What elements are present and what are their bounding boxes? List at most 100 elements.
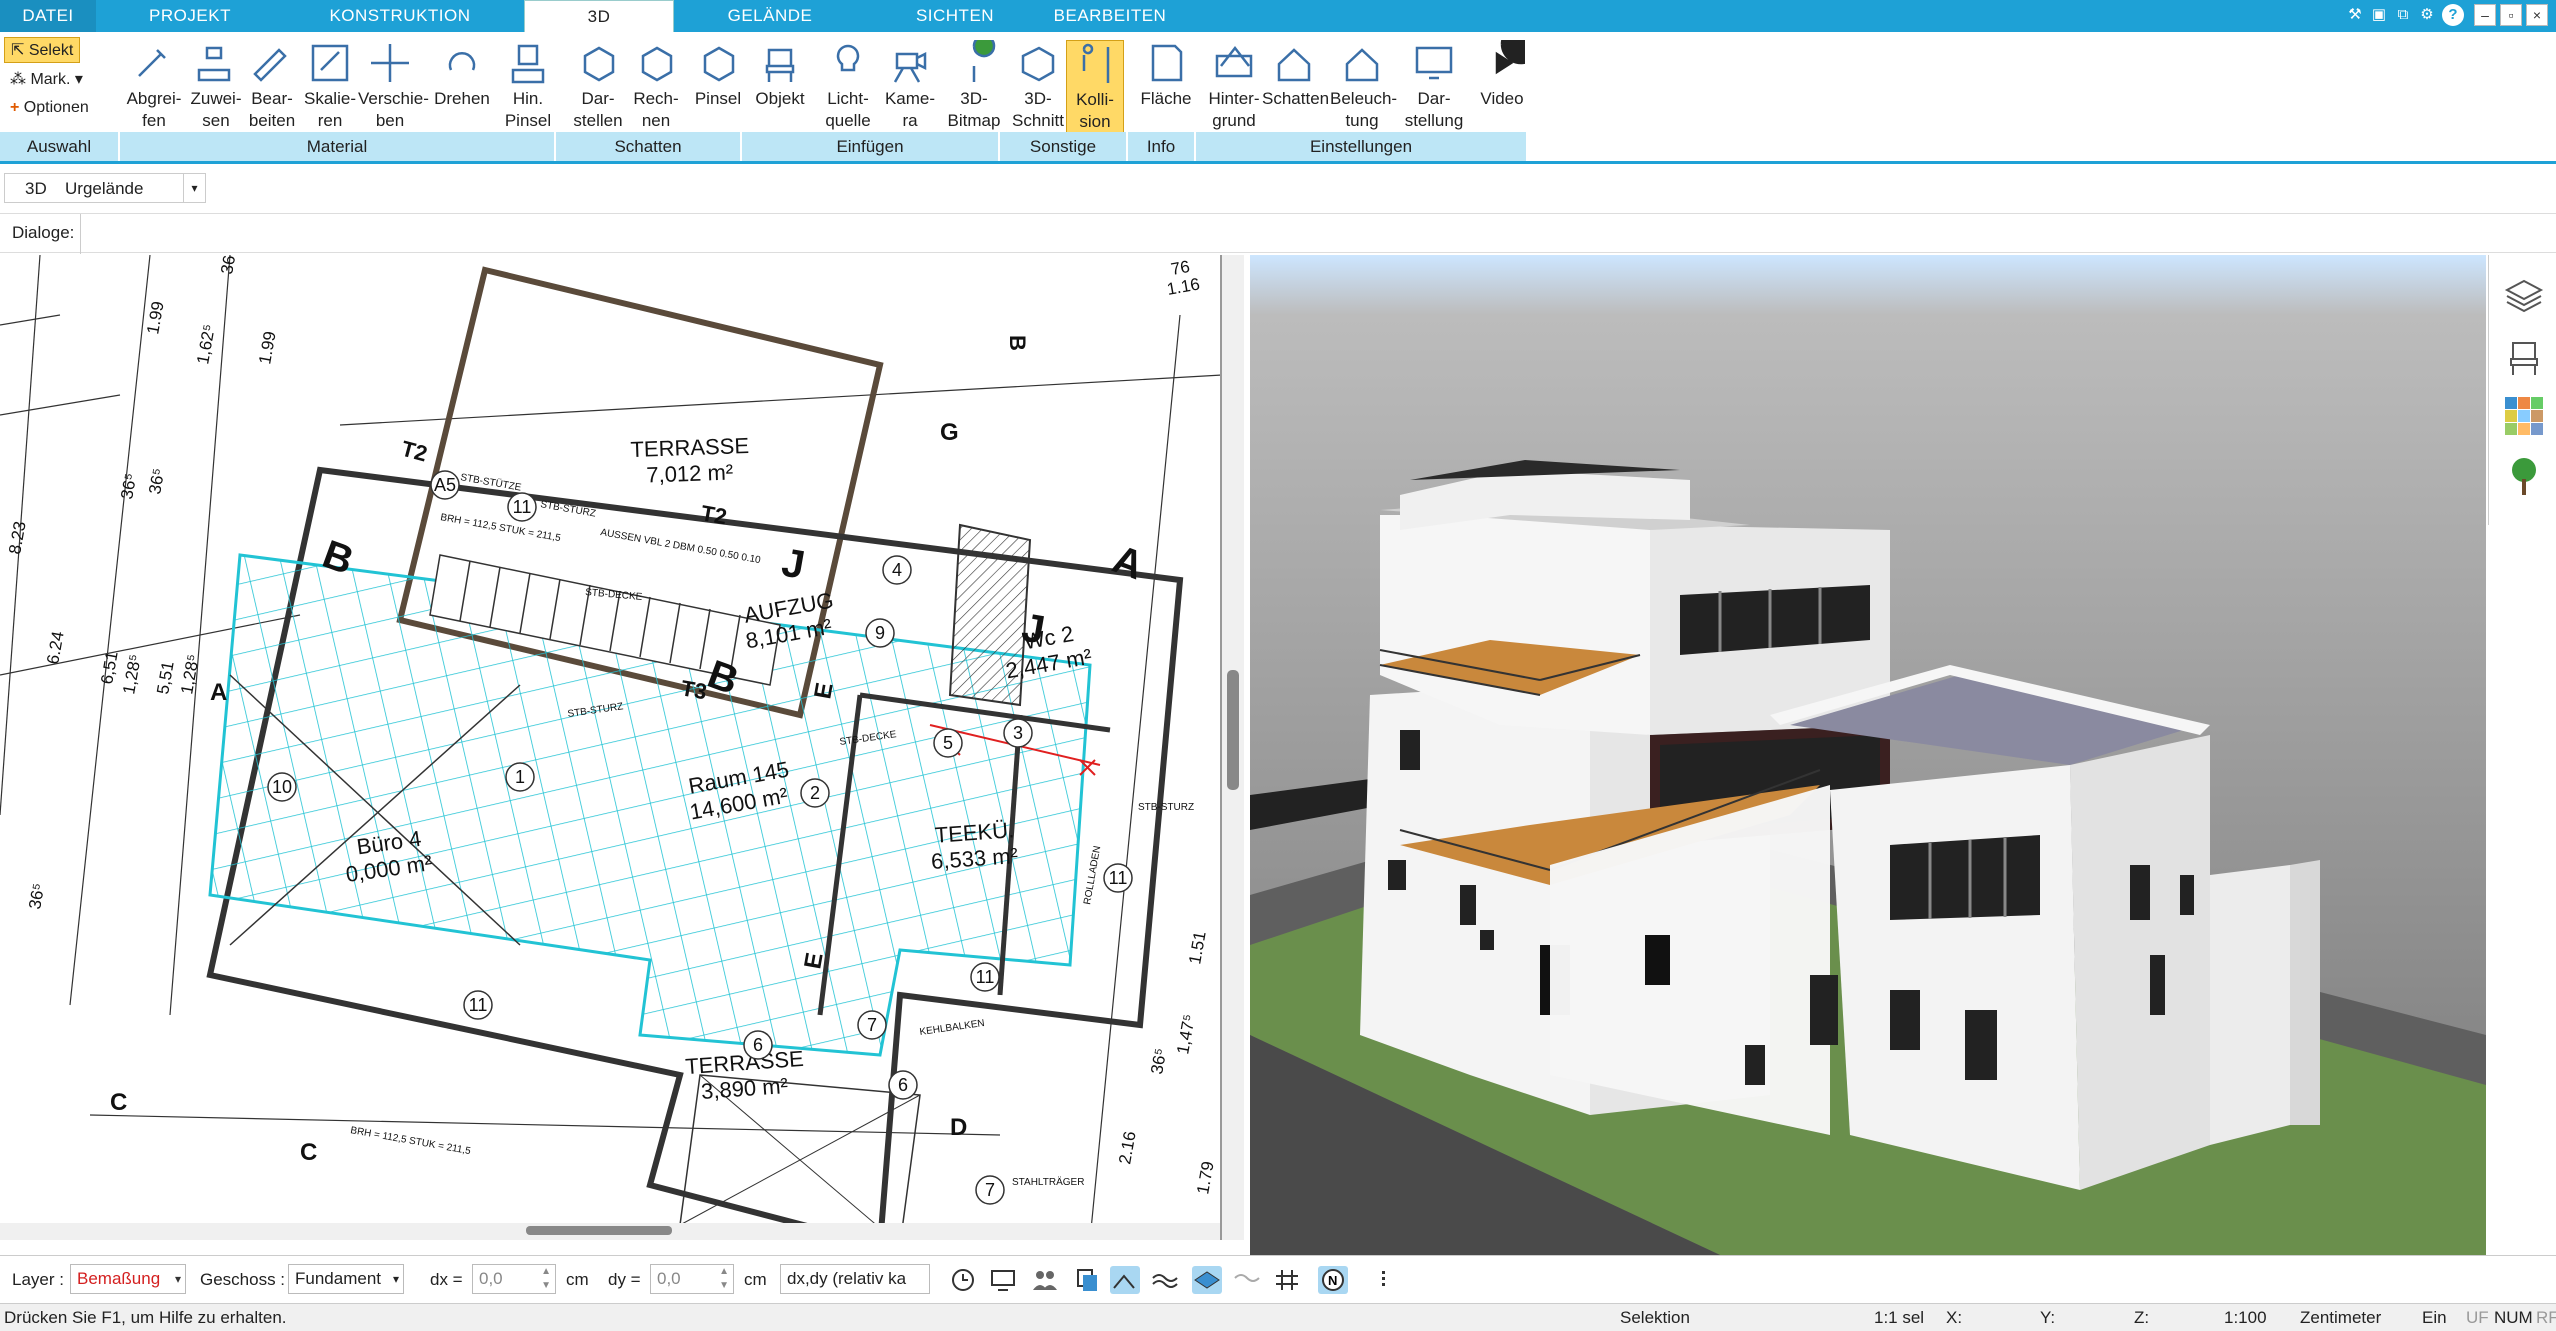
ribbon-button-label: Video — [1480, 89, 1524, 108]
minimize-button[interactable]: – — [2474, 4, 2496, 26]
clock-icon[interactable] — [948, 1266, 978, 1294]
floor-dropdown[interactable]: Fundament ▾ — [288, 1264, 404, 1294]
chair-icon[interactable] — [2503, 335, 2545, 377]
stepper-icon[interactable]: ▲ ▼ — [541, 1265, 551, 1293]
materials-icon[interactable] — [2503, 395, 2545, 437]
tab-views[interactable]: SICHTEN — [890, 0, 1020, 32]
restore-button[interactable]: ▫ — [2500, 4, 2522, 26]
copy-icon[interactable] — [1072, 1266, 1102, 1294]
tools-icon[interactable]: ⚒ — [2344, 4, 2366, 26]
grid-snap-icon[interactable] — [1232, 1266, 1262, 1294]
section-label: C — [110, 1089, 127, 1116]
ribbon-button-camera[interactable]: Kame-ra — [878, 40, 942, 132]
select-button[interactable]: ⇱ Selekt — [4, 37, 81, 63]
dimension-label: 1,28⁵ — [119, 653, 145, 696]
plan-hscroll-thumb[interactable] — [526, 1226, 672, 1235]
ribbon-button-shadow[interactable]: Schatten — [1262, 40, 1329, 110]
section-label: D — [950, 1114, 967, 1141]
floor-plan-drawing[interactable]: TERRASSE7,012 m²AUFZUG8,101 m² Wc 22,447 … — [0, 255, 1222, 1240]
ribbon-button-scale[interactable]: Skalie-ren — [298, 40, 362, 132]
ribbon-button-label: Verschie- — [358, 89, 429, 108]
group-other: Sonstige — [1000, 132, 1126, 161]
snap-icon[interactable] — [1110, 1266, 1140, 1294]
tab-3d[interactable]: 3D — [524, 0, 674, 32]
position-marker-label: 7 — [867, 1015, 877, 1035]
settings-icon[interactable]: ⚙ — [2416, 4, 2438, 26]
tab-file[interactable]: DATEI — [0, 0, 96, 32]
tab-terrain[interactable]: GELÄNDE — [700, 0, 840, 32]
ribbon-button-show[interactable]: Dar-stellen — [566, 40, 630, 132]
ribbon-tab-bar: DATEI PROJEKT KONSTRUKTION 3D GELÄNDE SI… — [0, 0, 2556, 32]
dimension-label: 1,28⁵ — [177, 653, 203, 696]
tab-construction[interactable]: KONSTRUKTION — [310, 0, 490, 32]
tab-project[interactable]: PROJEKT — [120, 0, 260, 32]
uf-indicator: UF — [2466, 1308, 2489, 1327]
ribbon-button-label: Hin. — [512, 89, 544, 108]
section-label: C — [300, 1139, 317, 1166]
window-icon[interactable]: ▣ — [2368, 4, 2390, 26]
options-button[interactable]: + Optionen — [4, 95, 95, 121]
ribbon-button-label: quelle — [825, 111, 871, 130]
ribbon-button-label: 3D- — [1024, 89, 1052, 108]
ribbon-button-calc[interactable]: Rech-nen — [624, 40, 688, 132]
people-icon[interactable] — [1030, 1266, 1060, 1294]
3d-view[interactable] — [1250, 255, 2486, 1255]
ribbon-button-light[interactable]: Licht-quelle — [816, 40, 880, 132]
dimension-label: 1.16 — [1165, 274, 1201, 298]
ribbon-button-edit[interactable]: Bear-beiten — [240, 40, 304, 132]
help-icon[interactable]: ? — [2442, 4, 2464, 26]
ribbon-button-background[interactable]: Hinter-grund — [1202, 40, 1266, 132]
ribbon-button-section[interactable]: 3D- Schnitt — [1006, 40, 1070, 132]
group-settings: Einstellungen — [1196, 132, 1526, 161]
wave-icon[interactable] — [1150, 1266, 1180, 1294]
more-icon[interactable] — [1368, 1266, 1398, 1294]
ribbon-button-label: beiten — [248, 111, 296, 130]
section-label: T2 — [699, 500, 729, 529]
ribbon-button-label: Dar- — [1417, 89, 1451, 108]
mark-icon: ⁂ — [10, 71, 26, 88]
position-marker-label: 6 — [753, 1035, 763, 1055]
ribbon-button-brush[interactable]: Pinsel — [686, 40, 750, 110]
ribbon-button-move[interactable]: Verschie-ben — [358, 40, 429, 132]
section-label: A — [210, 679, 227, 706]
ribbon-button-label: sen — [202, 111, 230, 130]
plan-vscroll[interactable] — [1222, 255, 1244, 1240]
tab-edit[interactable]: BEARBEITEN — [1050, 0, 1170, 32]
ribbon-button-collision[interactable]: Kolli-sion — [1066, 40, 1124, 134]
section-label: A — [1107, 537, 1149, 588]
ribbon-button-display[interactable]: Dar-stellung — [1402, 40, 1466, 132]
layer-label: Layer : — [12, 1270, 64, 1289]
stepper-icon[interactable]: ▲ ▼ — [719, 1265, 729, 1293]
grid-icon[interactable] — [1272, 1266, 1302, 1294]
floor-value: Fundament — [295, 1269, 381, 1288]
close-button[interactable]: × — [2526, 4, 2548, 26]
terrain-dropdown[interactable]: 3D Urgelände ▾ — [4, 173, 206, 203]
ribbon-button-bitmap[interactable]: 3D- Bitmap — [942, 34, 1006, 132]
ribbon-button-label: Abgrei- — [126, 89, 182, 108]
dy-input[interactable]: 0,0 ▲ ▼ — [650, 1264, 734, 1294]
mark-button[interactable]: ⁂ Mark. ▾ — [4, 67, 89, 93]
layer-dropdown[interactable]: Bemaßung ▾ — [70, 1264, 186, 1294]
plane-icon[interactable] — [1192, 1266, 1222, 1294]
layers-icon[interactable] — [2503, 275, 2545, 317]
ribbon-button-assign[interactable]: Zuwei-sen — [184, 40, 248, 132]
ribbon-button-object[interactable]: Objekt — [748, 40, 812, 110]
floor-plan-view[interactable]: TERRASSE 7,012 m² AUFZUG 8,101 m² Wc 2 2,447 … — [0, 255, 1222, 1240]
ribbon-button-pick[interactable]: Abgrei-fen — [122, 40, 186, 132]
screen-icon[interactable] — [988, 1266, 1018, 1294]
coord-mode-dropdown[interactable]: dx,dy (relativ ka — [780, 1264, 930, 1294]
dx-input[interactable]: 0,0 ▲ ▼ — [472, 1264, 556, 1294]
plan-vscroll-thumb[interactable] — [1227, 670, 1239, 790]
tree-icon[interactable] — [2503, 455, 2545, 497]
3d-render[interactable] — [1250, 255, 2486, 1255]
position-marker-label: 7 — [985, 1180, 995, 1200]
ribbon-button-hint-brush[interactable]: Hin. Pinsel — [496, 40, 560, 132]
windows-icon[interactable]: ⧉ — [2392, 4, 2414, 26]
right-tool-panel — [2488, 255, 2556, 525]
north-icon[interactable]: N — [1318, 1266, 1348, 1294]
ribbon-button-video[interactable]: Video — [1470, 23, 1542, 110]
ribbon-button-area[interactable]: Fläche — [1134, 40, 1198, 110]
ribbon-button-rotate[interactable]: Drehen — [430, 40, 494, 110]
dx-value: 0,0 — [479, 1269, 503, 1288]
ribbon-button-lighting[interactable]: Beleuch-tung — [1330, 40, 1397, 132]
